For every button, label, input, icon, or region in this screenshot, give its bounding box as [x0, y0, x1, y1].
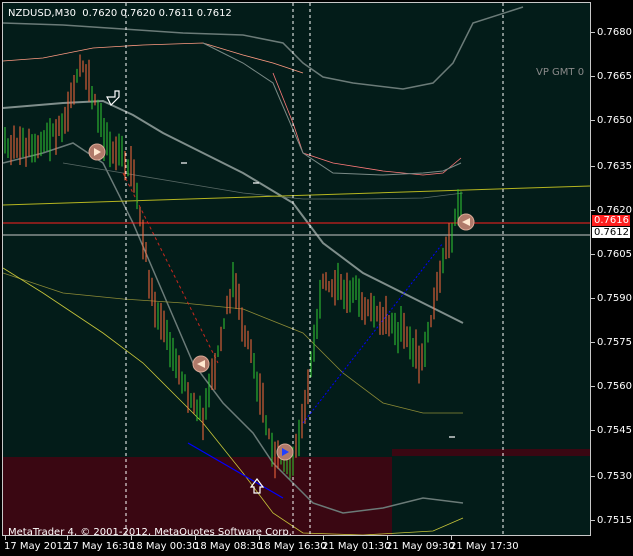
- time-label: 17 May 2012: [4, 541, 70, 552]
- trend-line: [3, 185, 590, 206]
- time-label: 17 May 16:30: [66, 541, 135, 552]
- price-label: 0.7680: [597, 27, 632, 38]
- time-label: 21 May 01:30: [322, 541, 391, 552]
- time-tick: [451, 536, 452, 540]
- time-tick: [323, 536, 324, 540]
- time-tick: [259, 536, 260, 540]
- time-label: 21 May 09:30: [386, 541, 455, 552]
- price-label: 0.7650: [597, 115, 632, 126]
- band-extra: [62, 162, 464, 200]
- price-tick: [591, 210, 595, 211]
- time-label: 18 May 08:30: [194, 541, 263, 552]
- price-tick: [591, 298, 595, 299]
- price-tick: [591, 254, 595, 255]
- symbol-header: NZDUSD,M30 0.7620 0.7620 0.7611 0.7612: [8, 8, 232, 19]
- price-label: 0.7560: [597, 381, 632, 392]
- price-tick: [591, 120, 595, 121]
- time-label: 21 May 17:30: [450, 541, 519, 552]
- price-tick: [591, 476, 595, 477]
- price-label: 0.7635: [597, 161, 632, 172]
- price-label: 0.7575: [597, 337, 632, 348]
- zone-strip: [392, 449, 590, 456]
- time-tick: [5, 536, 6, 540]
- chart-window[interactable]: NZDUSD,M30 0.7620 0.7620 0.7611 0.7612 V…: [0, 0, 633, 556]
- time-label: 18 May 00:30: [130, 541, 199, 552]
- price-label: 0.7665: [597, 71, 632, 82]
- copyright-text: MetaTrader 4, © 2001-2012, MetaQuotes So…: [8, 527, 292, 536]
- price-tick: [591, 32, 595, 33]
- ohlc-values: 0.7620 0.7620 0.7611 0.7612: [82, 8, 232, 19]
- price-tick: [591, 166, 595, 167]
- time-tick: [67, 536, 68, 540]
- price-label: 0.7545: [597, 425, 632, 436]
- zone-gap: [392, 450, 590, 535]
- bid-price-tag: 0.7612: [592, 227, 630, 238]
- upper-band-grey: [202, 42, 462, 176]
- vp-indicator-label: VP GMT 0: [536, 67, 585, 78]
- symbol-timeframe: NZDUSD,M30: [8, 8, 76, 19]
- price-tick: [591, 386, 595, 387]
- supply-demand-zone: [3, 457, 392, 535]
- price-label: 0.7530: [597, 471, 632, 482]
- time-tick: [387, 536, 388, 540]
- price-tick: [591, 520, 595, 521]
- marker-price-tag: 0.7616: [592, 215, 630, 226]
- time-label: 18 May 16:30: [258, 541, 327, 552]
- price-label: 0.7605: [597, 249, 632, 260]
- time-tick: [131, 536, 132, 540]
- price-tick: [591, 342, 595, 343]
- price-label: 0.7515: [597, 515, 632, 526]
- upper-band-red: [3, 42, 304, 74]
- price-tick: [591, 430, 595, 431]
- time-axis[interactable]: 17 May 2012 17 May 16:30 18 May 00:30 18 Ma…: [0, 536, 633, 556]
- upper-band-red-2: [272, 72, 462, 176]
- price-tick: [591, 76, 595, 77]
- price-axis[interactable]: 0.7680 0.7665 0.7650 0.7635 0.7620 0.7605 0.75…: [591, 0, 633, 540]
- time-tick: [195, 536, 196, 540]
- price-label: 0.7590: [597, 293, 632, 304]
- plot-area[interactable]: NZDUSD,M30 0.7620 0.7620 0.7611 0.7612 V…: [2, 2, 591, 536]
- price-chart[interactable]: [3, 3, 590, 535]
